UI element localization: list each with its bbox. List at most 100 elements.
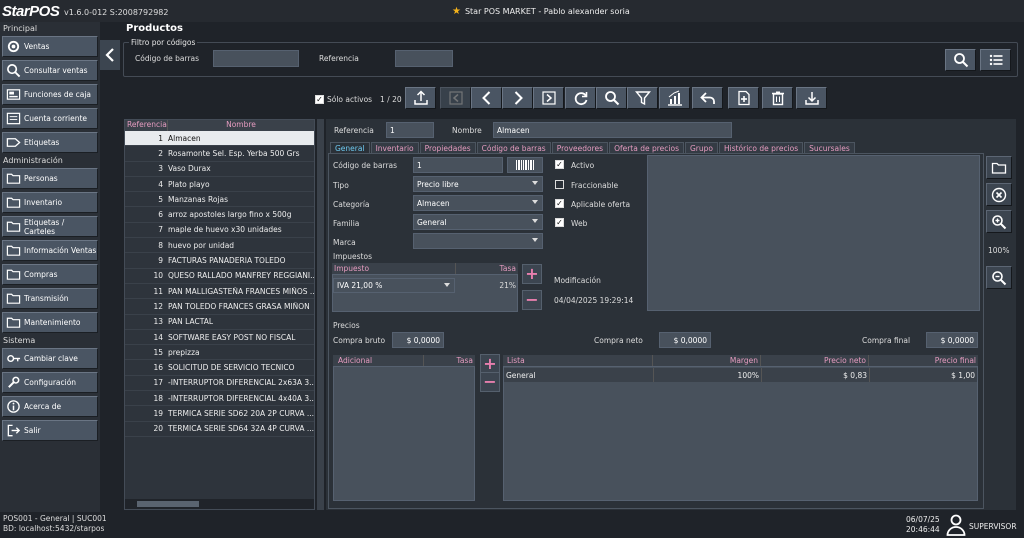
list-item[interactable]: 16 SOLICITUD DE SERVICIO TECNICO [125, 361, 314, 376]
tab-grupo[interactable]: Grupo [684, 142, 718, 153]
list-item[interactable]: 20 TERMICA SERIE SD64 32A 4P CURVA ... [125, 422, 314, 437]
tax-select[interactable]: IVA 21,00 % [333, 278, 455, 293]
chevron-right-icon [514, 91, 523, 105]
first-record-button[interactable] [440, 87, 471, 109]
list-item[interactable]: 17 -INTERRUPTOR DIFERENCIAL 2x63A 3... [125, 376, 314, 392]
list-item[interactable]: 10 QUESO RALLADO MANFREY REGGIANI... [125, 269, 314, 284]
save-button[interactable] [796, 87, 827, 109]
sidebar-item-transmision[interactable]: Transmisión [2, 288, 98, 309]
export-button[interactable] [405, 87, 436, 109]
sidebar-item-consultar-ventas[interactable]: Consultar ventas [2, 60, 98, 81]
detail-reference-input[interactable]: 1 [386, 122, 434, 138]
column-header-nombre[interactable]: Nombre [168, 120, 314, 131]
product-image-area[interactable] [647, 155, 980, 311]
list-item[interactable]: 1 Almacen [125, 131, 314, 147]
sidebar-item-acerca-de[interactable]: Acerca de [2, 396, 98, 417]
table-row[interactable]: General 100% $ 0,83 $ 1,00 [504, 368, 977, 382]
open-image-button[interactable] [986, 156, 1012, 179]
list-item[interactable]: 14 SOFTWARE EASY POST NO FISCAL [125, 330, 314, 346]
column-header-referencia[interactable]: Referencia [125, 120, 168, 131]
collapse-sidebar-button[interactable] [100, 40, 120, 70]
barcode-input[interactable]: 1 [413, 157, 503, 173]
next-record-button[interactable] [502, 87, 533, 109]
clear-image-button[interactable] [986, 183, 1012, 206]
list-item[interactable]: 11 PAN MALLIGASTEÑA FRANCES MIÑOS ... [125, 284, 314, 300]
list-view-button[interactable] [980, 49, 1011, 71]
list-item[interactable]: 4 Plato playo [125, 177, 314, 193]
sidebar-item-cambiar-clave[interactable]: Cambiar clave [2, 348, 98, 369]
delete-button[interactable] [762, 87, 793, 109]
family-select[interactable]: General [413, 214, 543, 230]
category-select[interactable]: Almacen [413, 195, 543, 211]
gross-purchase-input[interactable]: $ 0,0000 [392, 332, 444, 348]
sidebar-item-cuenta-corriente[interactable]: Cuenta corriente [2, 108, 98, 129]
web-checkbox[interactable]: ✓ [555, 218, 564, 227]
sidebar-item-configuracion[interactable]: Configuración [2, 372, 98, 393]
sidebar-item-salir[interactable]: Salir [2, 420, 98, 441]
reload-button[interactable] [565, 87, 596, 109]
sidebar-item-etiquetas-carteles[interactable]: Etiquetas / Carteles [2, 216, 98, 237]
brand-select[interactable] [413, 233, 543, 249]
fractional-checkbox[interactable] [555, 180, 564, 189]
list-item-ref: 10 [153, 271, 163, 281]
list-item[interactable]: 3 Vaso Durax [125, 162, 314, 177]
active-checkbox[interactable]: ✓ [555, 160, 564, 169]
list-item[interactable]: 2 Rosamonte Sel. Esp. Yerba 500 Grs [125, 146, 314, 162]
last-record-button[interactable] [533, 87, 564, 109]
sidebar-item-inventario[interactable]: Inventario [2, 192, 98, 213]
find-button[interactable] [596, 87, 627, 109]
sidebar-item-funciones-caja[interactable]: Funciones de caja [2, 84, 98, 105]
undo-button[interactable] [692, 87, 723, 109]
filter-barcode-input[interactable] [213, 50, 299, 67]
list-item[interactable]: 6 arroz apostoles largo fino x 500g [125, 208, 314, 223]
sidebar-item-mantenimiento[interactable]: Mantenimiento [2, 312, 98, 333]
scrollbar-thumb[interactable] [137, 501, 199, 507]
sidebar-item-personas[interactable]: Personas [2, 168, 98, 189]
tab-proveedores[interactable]: Proveedores [551, 142, 609, 153]
tab-general[interactable]: General [330, 142, 370, 153]
tab-sucursales[interactable]: Sucursales [804, 142, 855, 153]
list-item[interactable]: 5 Manzanas Rojas [125, 192, 314, 208]
list-item[interactable]: 15 prepizza [125, 345, 314, 361]
user-icon[interactable] [946, 514, 966, 536]
remove-tax-button[interactable]: − [522, 290, 542, 310]
filter-button[interactable] [627, 87, 658, 109]
sidebar-item-compras[interactable]: Compras [2, 264, 98, 285]
tab-propiedades[interactable]: Propiedades [419, 142, 476, 153]
sidebar-item-informacion-ventas[interactable]: Información Ventas [2, 240, 98, 261]
search-button[interactable] [945, 49, 976, 71]
type-select[interactable]: Precio libre [413, 176, 543, 192]
add-extra-button[interactable]: + [480, 354, 500, 374]
previous-record-button[interactable] [471, 87, 502, 109]
panel-splitter[interactable] [317, 119, 324, 510]
add-tax-button[interactable]: + [522, 264, 542, 284]
zoom-out-button[interactable] [986, 266, 1012, 289]
final-purchase-input[interactable]: $ 0,0000 [926, 332, 978, 348]
sidebar-item-ventas[interactable]: Ventas [2, 36, 98, 57]
tab-oferta-precios[interactable]: Oferta de precios [609, 142, 684, 153]
remove-extra-button[interactable]: − [480, 372, 500, 392]
list-item[interactable]: 8 huevo por unidad [125, 238, 314, 254]
tab-inventario[interactable]: Inventario [370, 142, 419, 153]
tab-codigo-barras[interactable]: Código de barras [476, 142, 551, 153]
new-record-button[interactable] [728, 87, 759, 109]
sidebar-item-etiquetas[interactable]: Etiquetas [2, 132, 98, 153]
list-item[interactable]: 18 -INTERRUPTOR DIFERENCIAL 4x40A 3... [125, 391, 314, 407]
filter-reference-input[interactable] [395, 50, 453, 67]
tab-historico-precios[interactable]: Histórico de precios [718, 142, 804, 153]
only-active-checkbox[interactable]: ✓ [315, 95, 324, 104]
offer-checkbox[interactable]: ✓ [555, 199, 564, 208]
zoom-in-button[interactable] [986, 210, 1012, 233]
list-item[interactable]: 9 FACTURAS PANADERIA TOLEDO [125, 253, 314, 269]
list-item[interactable]: 7 maple de huevo x30 unidades [125, 223, 314, 239]
minus-icon: − [483, 372, 497, 391]
net-purchase-input[interactable]: $ 0,0000 [659, 332, 711, 348]
list-item[interactable]: 13 PAN LACTAL [125, 315, 314, 330]
statistics-button[interactable] [659, 87, 690, 109]
list-horizontal-scrollbar[interactable] [125, 499, 314, 509]
list-item[interactable]: 12 PAN TOLEDO FRANCES GRASA MIÑON [125, 299, 314, 315]
chevron-down-icon [532, 181, 538, 185]
detail-name-input[interactable]: Almacen [493, 122, 732, 138]
barcode-generate-button[interactable] [507, 157, 543, 173]
list-item[interactable]: 19 TERMICA SERIE SD62 20A 2P CURVA ... [125, 406, 314, 422]
